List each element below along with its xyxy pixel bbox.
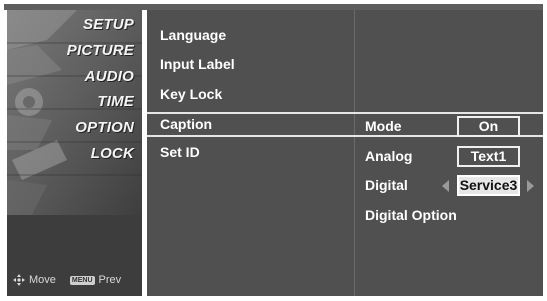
sidebar-decorative-art <box>7 10 142 215</box>
caption-analog-value[interactable]: Text1 <box>457 146 520 167</box>
sidebar-item-time[interactable]: TIME <box>14 93 134 110</box>
caption-mode-label: Mode <box>365 118 402 134</box>
caption-digital-value[interactable]: Service3 <box>457 175 520 196</box>
caption-digital-label: Digital <box>365 177 408 193</box>
sidebar-item-audio[interactable]: AUDIO <box>14 68 134 85</box>
prev-hint-label: Prev <box>98 274 122 286</box>
sidebar-item-setup[interactable]: SETUP <box>14 16 134 33</box>
sidebar-item-lock[interactable]: LOCK <box>14 145 134 162</box>
move-hint-label: Move <box>29 274 56 286</box>
caption-analog-label: Analog <box>365 148 413 164</box>
menu-item-caption-label: Caption <box>160 116 213 132</box>
menu-item-language[interactable]: Language <box>160 27 226 43</box>
caption-digital-option-label[interactable]: Digital Option <box>365 207 457 223</box>
menu-key-icon: MENU <box>69 275 95 285</box>
sidebar-item-option[interactable]: OPTION <box>14 119 134 136</box>
menu-item-input-label[interactable]: Input Label <box>160 56 235 72</box>
left-arrow-icon[interactable] <box>442 180 449 192</box>
caption-mode-value[interactable]: On <box>457 116 520 137</box>
tv-osd-menu: SETUP PICTURE AUDIO TIME OPTION LOCK Mov… <box>0 0 547 301</box>
nav-hint-footer: Move MENU Prev <box>13 274 139 286</box>
move-cross-icon <box>13 274 25 286</box>
menu-item-set-id[interactable]: Set ID <box>160 144 200 160</box>
main-menu-sidebar: SETUP PICTURE AUDIO TIME OPTION LOCK Mov… <box>7 10 142 296</box>
menu-item-key-lock[interactable]: Key Lock <box>160 86 222 102</box>
sidebar-item-picture[interactable]: PICTURE <box>14 42 134 59</box>
right-arrow-icon[interactable] <box>527 180 534 192</box>
option-menu-panel: Language Input Label Key Lock Set ID <box>147 10 354 296</box>
